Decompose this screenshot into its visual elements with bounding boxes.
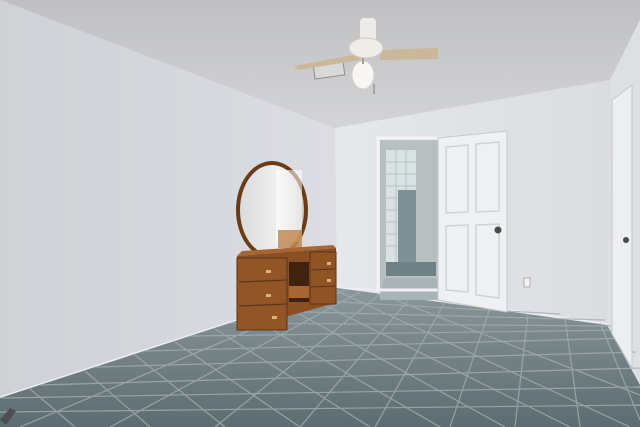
closet-door <box>611 84 633 370</box>
shower-wall <box>398 190 416 262</box>
door-knob <box>494 226 502 234</box>
bathroom-tile-trim <box>386 262 436 276</box>
room-photo <box>0 0 640 427</box>
vanity-mirror <box>236 161 308 259</box>
closet-door-knob <box>623 237 629 243</box>
open-door <box>437 130 508 313</box>
wall-outlet <box>523 277 531 288</box>
